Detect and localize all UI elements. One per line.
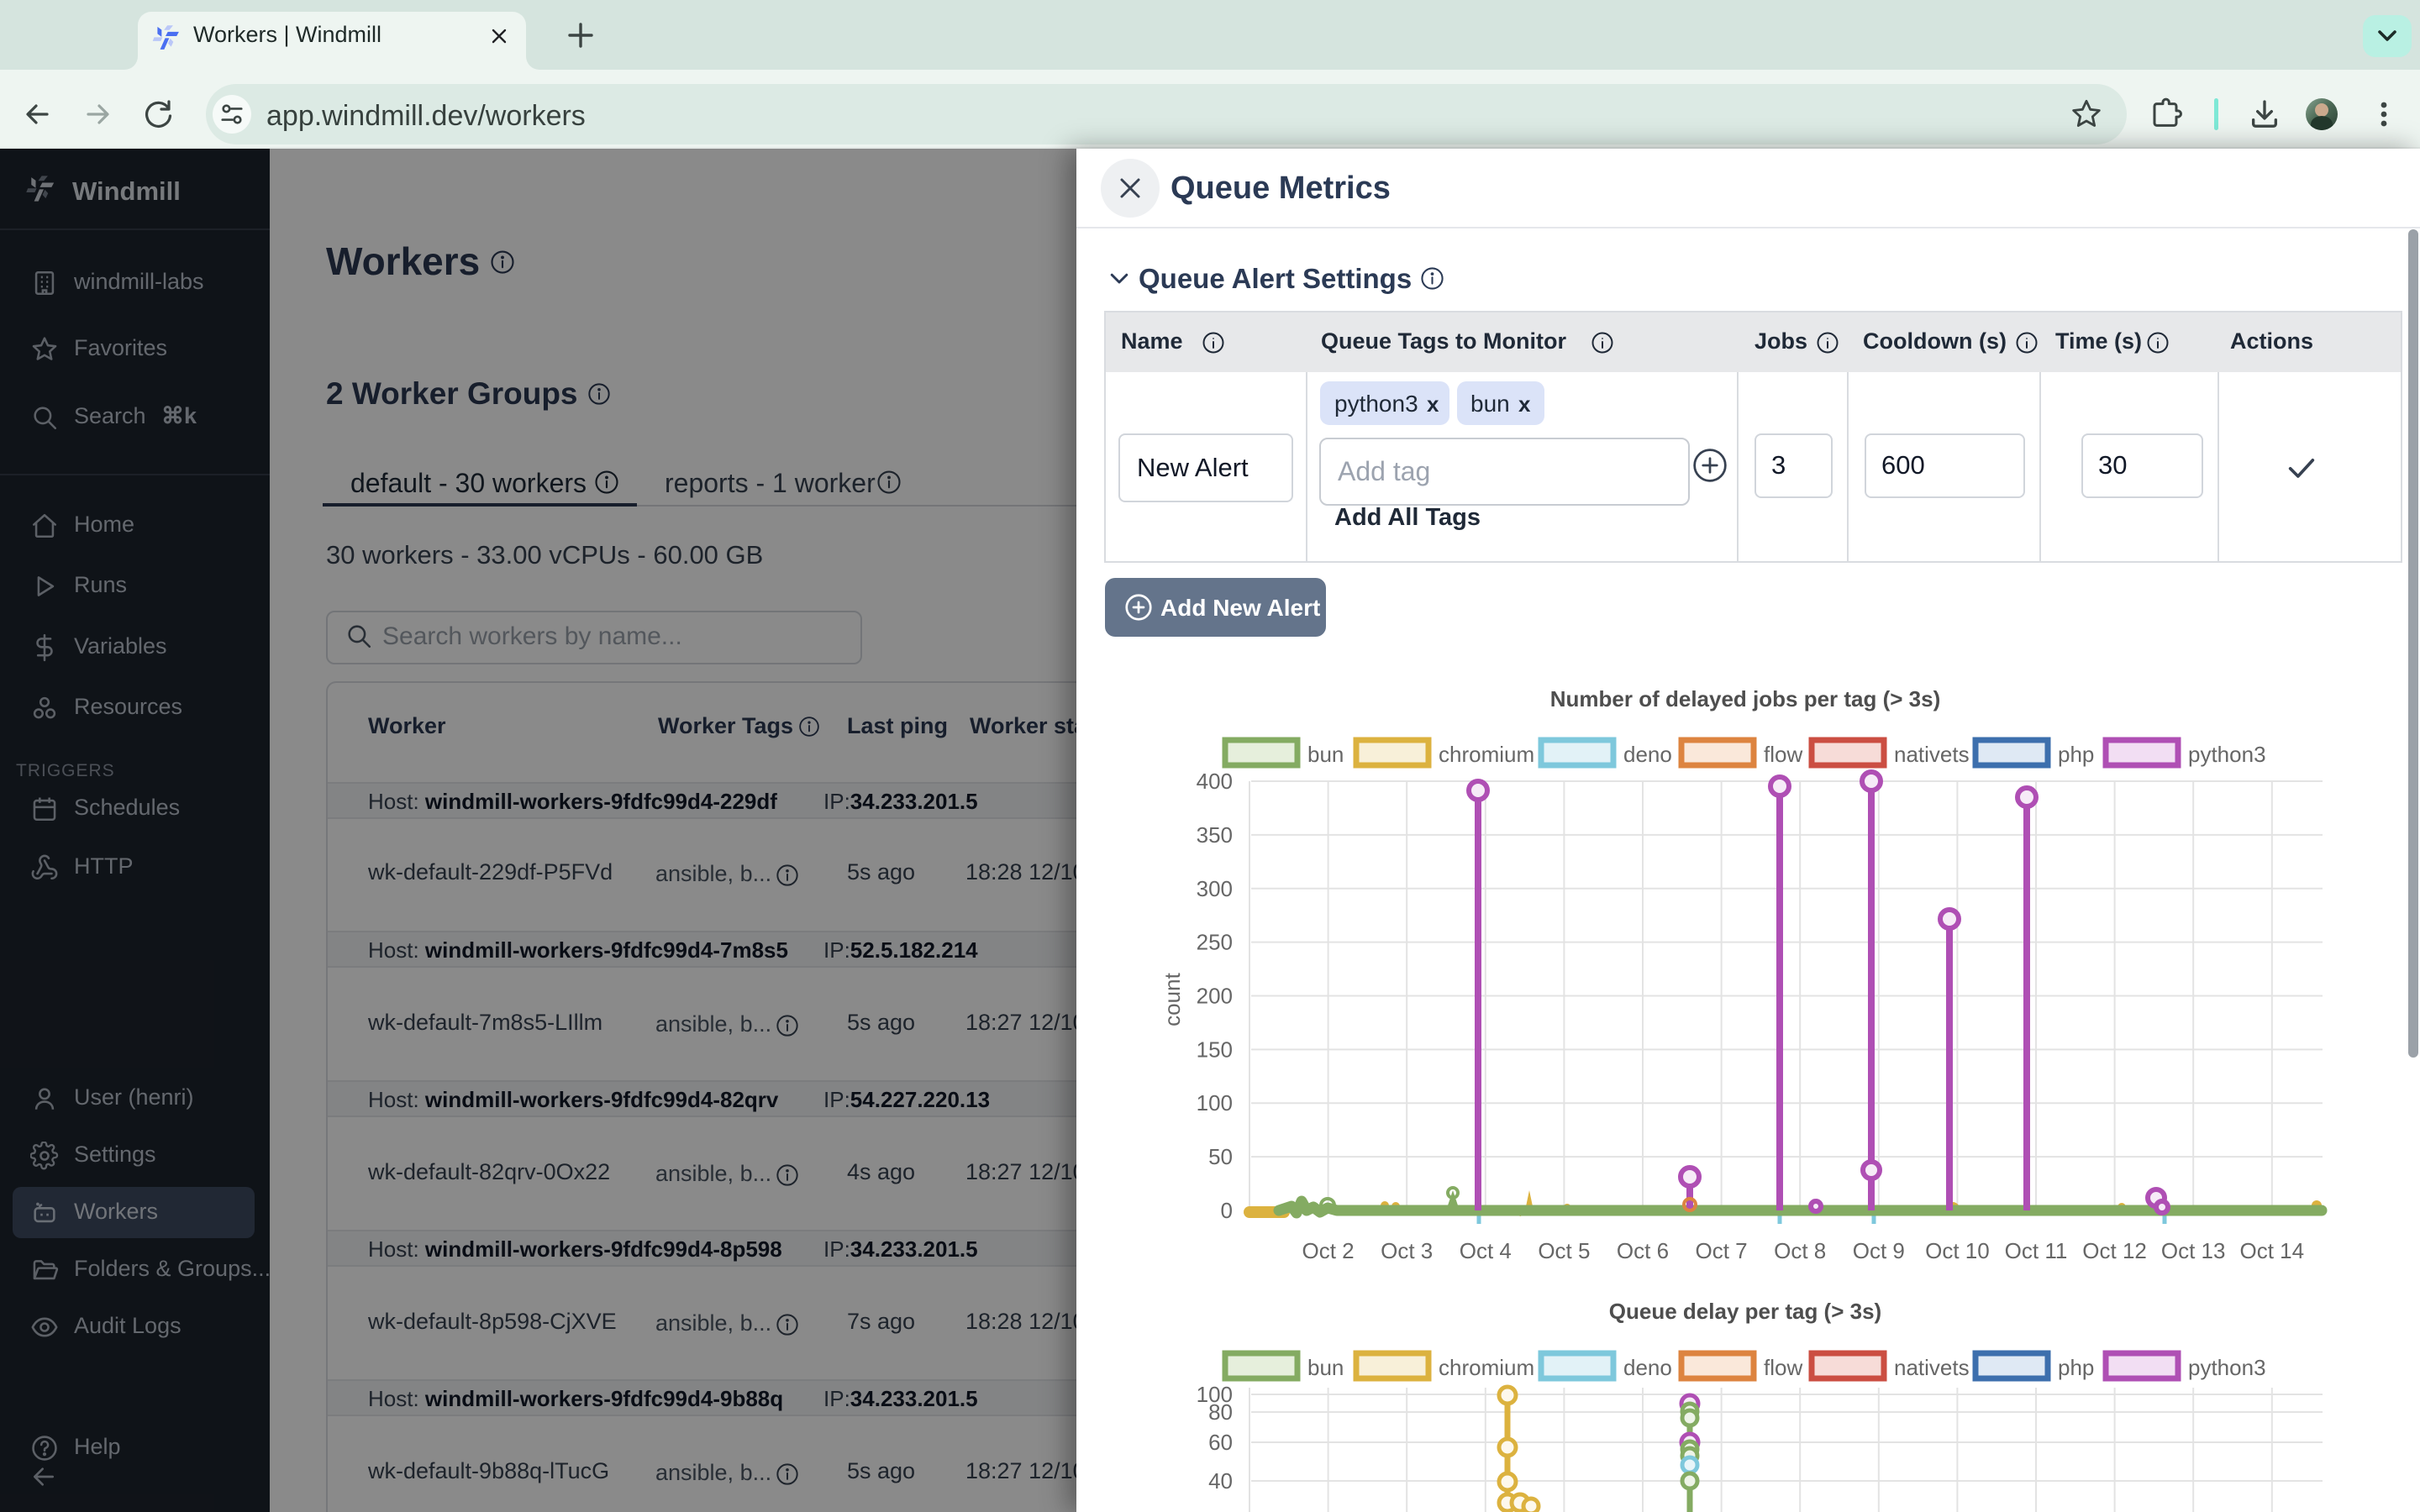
svg-text:deno: deno xyxy=(1623,1355,1672,1380)
svg-text:php: php xyxy=(2058,1355,2094,1380)
svg-text:php: php xyxy=(2058,742,2094,767)
svg-text:Queue delay per tag (> 3s): Queue delay per tag (> 3s) xyxy=(1609,1299,1881,1324)
svg-text:Oct 4: Oct 4 xyxy=(1460,1238,1512,1263)
svg-text:Oct 13: Oct 13 xyxy=(2161,1238,2226,1263)
svg-text:200: 200 xyxy=(1197,984,1233,1009)
svg-text:250: 250 xyxy=(1197,930,1233,955)
svg-text:60: 60 xyxy=(1208,1430,1233,1455)
svg-text:bun: bun xyxy=(1307,742,1344,767)
svg-text:400: 400 xyxy=(1197,769,1233,794)
svg-text:chromium: chromium xyxy=(1439,1355,1534,1380)
svg-text:Oct 12: Oct 12 xyxy=(2082,1238,2147,1263)
svg-text:Oct 7: Oct 7 xyxy=(1696,1238,1748,1263)
svg-text:Oct 14: Oct 14 xyxy=(2240,1238,2305,1263)
svg-text:Oct 5: Oct 5 xyxy=(1538,1238,1590,1263)
svg-text:Oct 10: Oct 10 xyxy=(1925,1238,1990,1263)
svg-text:Oct 2: Oct 2 xyxy=(1302,1238,1355,1263)
svg-text:Oct 11: Oct 11 xyxy=(2005,1238,2068,1263)
svg-text:flow: flow xyxy=(1764,1355,1802,1380)
svg-text:80: 80 xyxy=(1208,1399,1233,1425)
svg-text:Number of delayed jobs per tag: Number of delayed jobs per tag (> 3s) xyxy=(1550,686,1941,711)
svg-text:nativets: nativets xyxy=(1894,1355,1970,1380)
svg-text:50: 50 xyxy=(1208,1144,1233,1169)
svg-text:0: 0 xyxy=(1221,1198,1233,1223)
svg-text:count: count xyxy=(1160,972,1185,1026)
svg-text:nativets: nativets xyxy=(1894,742,1970,767)
svg-text:flow: flow xyxy=(1764,742,1802,767)
svg-text:Oct 6: Oct 6 xyxy=(1617,1238,1669,1263)
svg-text:python3: python3 xyxy=(2188,1355,2266,1380)
svg-text:deno: deno xyxy=(1623,742,1672,767)
svg-text:Oct 9: Oct 9 xyxy=(1853,1238,1905,1263)
svg-text:Oct 3: Oct 3 xyxy=(1381,1238,1433,1263)
svg-text:40: 40 xyxy=(1208,1468,1233,1494)
svg-text:Oct 8: Oct 8 xyxy=(1774,1238,1826,1263)
svg-text:350: 350 xyxy=(1197,822,1233,848)
svg-text:150: 150 xyxy=(1197,1037,1233,1062)
svg-text:chromium: chromium xyxy=(1439,742,1534,767)
svg-text:100: 100 xyxy=(1197,1090,1233,1116)
svg-text:bun: bun xyxy=(1307,1355,1344,1380)
svg-text:300: 300 xyxy=(1197,876,1233,901)
svg-text:python3: python3 xyxy=(2188,742,2266,767)
